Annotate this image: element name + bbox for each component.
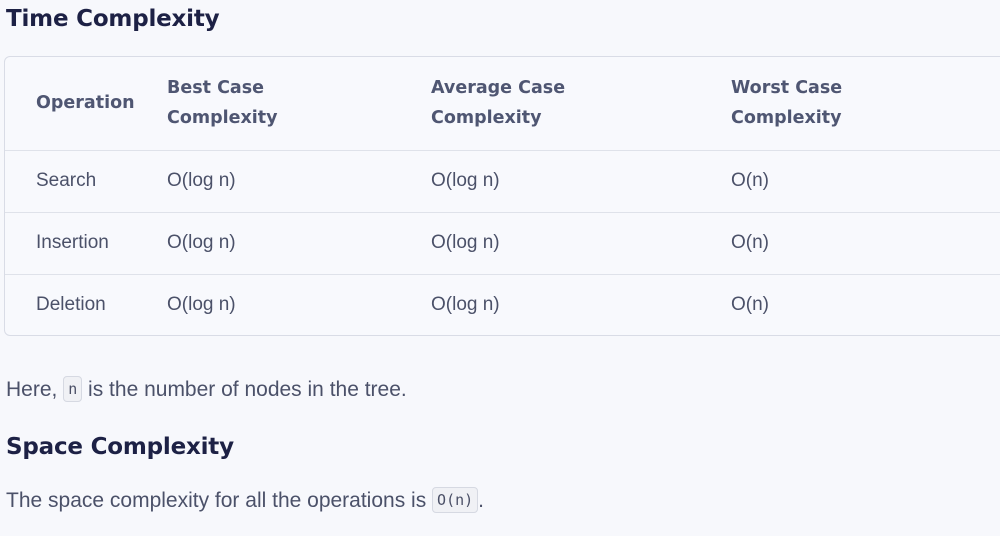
cell-worst: O(n) [731,232,769,253]
space-prefix: The space complexity for all the operati… [6,489,433,512]
cell-average: O(log n) [431,170,500,191]
header-worst-case: Worst Case Complexity [731,78,843,129]
space-paragraph: The space complexity for all the operati… [6,487,485,513]
cell-best: O(log n) [167,294,236,316]
cell-average: O(log n) [431,294,500,316]
cell-worst: O(n) [731,170,769,191]
cell-best: O(log n) [167,232,236,253]
cell-operation: Deletion [36,294,106,316]
inline-code-on: O(n) [432,487,479,513]
content-area: Time Complexity Operation Best Case Comp… [0,0,1000,536]
table-row: Deletion O(log n) O(log n) O(n) [5,274,1000,335]
time-complexity-heading: Time Complexity [6,6,220,32]
inline-code-n: n [63,376,83,402]
cell-average: O(log n) [431,232,500,253]
table-header-row: Operation Best Case Complexity Average C… [5,57,1000,150]
cell-best: O(log n) [167,170,236,191]
table-row: Insertion O(log n) O(log n) O(n) [5,212,1000,274]
header-best-case: Best Case Complexity [167,78,278,129]
header-average-case: Average Case Complexity [431,78,566,129]
complexity-table: Operation Best Case Complexity Average C… [5,57,1000,335]
cell-operation: Insertion [36,232,109,253]
note-prefix: Here, [6,378,64,401]
complexity-table-card: Operation Best Case Complexity Average C… [4,56,1000,336]
cell-worst: O(n) [731,294,769,316]
note-paragraph: Here, n is the number of nodes in the tr… [6,376,407,402]
cell-operation: Search [36,170,97,191]
table-row: Search O(log n) O(log n) O(n) [5,150,1000,212]
space-complexity-heading: Space Complexity [6,434,234,460]
header-operation: Operation [36,93,135,114]
space-suffix: . [478,489,485,512]
note-suffix: is the number of nodes in the tree. [82,378,407,401]
